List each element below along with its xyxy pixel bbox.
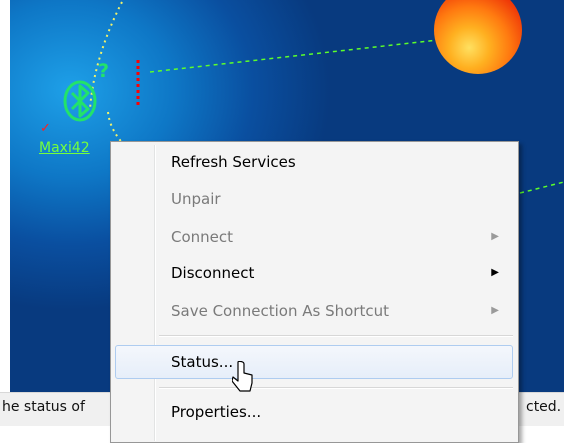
submenu-arrow-icon: ▶ [491,305,499,316]
status-text-left: he status of [2,399,85,415]
menu-item-refresh-services[interactable]: Refresh Services [115,147,513,177]
menu-item-label: Connect [171,228,234,246]
menu-item-label: Disconnect [171,264,255,282]
menu-item-save-connection-shortcut[interactable]: Save Connection As Shortcut ▶ [115,296,513,326]
unknown-status-icon: ? [98,60,110,82]
menu-item-status[interactable]: Status... [115,345,513,379]
menu-item-disconnect[interactable]: Disconnect ▶ [115,258,513,288]
menu-item-label: Properties... [171,403,262,421]
menu-item-unpair[interactable]: Unpair [115,184,513,214]
menu-item-label: Unpair [171,190,221,208]
menu-item-properties[interactable]: Properties... [115,397,513,427]
menu-item-connect[interactable]: Connect ▶ [115,222,513,252]
status-text-right: cted. [526,399,562,415]
context-menu: Refresh Services Unpair Connect ▶ Discon… [110,141,519,443]
menu-item-label: Refresh Services [171,153,296,171]
connection-line-right [519,181,564,194]
submenu-arrow-icon: ▶ [491,267,499,278]
mouse-pointer-icon [232,361,253,392]
menu-separator [159,387,513,389]
menu-separator [159,335,513,337]
submenu-arrow-icon: ▶ [491,231,499,242]
checkmark-icon: ✓ [40,121,51,136]
bluetooth-device-icon[interactable] [62,78,100,124]
menu-item-label: Save Connection As Shortcut [171,302,389,320]
connection-line [149,39,439,73]
device-name-link[interactable]: Maxi42 [39,140,90,156]
menu-item-label: Status... [171,353,234,371]
